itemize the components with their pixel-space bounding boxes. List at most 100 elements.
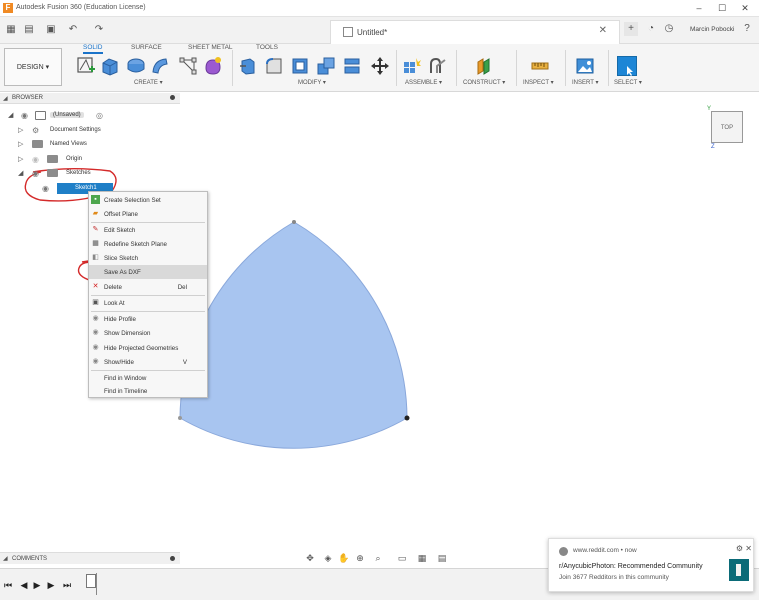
- sketch1-visibility[interactable]: ◉: [40, 182, 56, 195]
- collapse-icon[interactable]: ◢: [8, 111, 13, 119]
- menu-item-hide-projected-geometries[interactable]: ◉ Hide Projected Geometries: [89, 341, 207, 355]
- folder-icon: [47, 169, 58, 177]
- expand-icon[interactable]: ▷: [18, 155, 23, 163]
- tree-item-document-settings[interactable]: ▷ ⚙ Document Settings: [18, 124, 168, 137]
- eye-icon: ◉: [92, 329, 99, 336]
- navigation-toolbar: ✥ ◈ ✋ ⊕ ⌕ ▭ ▦ ▤: [303, 551, 453, 565]
- menu-item-hide-profile[interactable]: ◉ Hide Profile: [89, 312, 207, 326]
- menu-item-edit-sketch[interactable]: ✎ Edit Sketch: [89, 223, 207, 237]
- display-settings-icon[interactable]: ▭: [395, 551, 409, 565]
- menu-item-label: Hide Profile: [104, 316, 136, 323]
- notification-body: Join 3677 Redditors in this community: [559, 574, 669, 581]
- menu-item-label: Edit Sketch: [104, 227, 136, 234]
- delete-icon: ✕: [92, 283, 99, 290]
- notification-source: www.reddit.com • now: [573, 547, 637, 554]
- gear-icon[interactable]: ⚙: [736, 544, 743, 553]
- timeline-sketch-feature[interactable]: [86, 574, 96, 588]
- look-at-icon[interactable]: ◈: [321, 551, 335, 565]
- play-icon[interactable]: ▶: [31, 579, 43, 591]
- menu-item-create-selection-set[interactable]: ▪ Create Selection Set: [89, 193, 207, 207]
- tree-item-label: Sketches: [66, 170, 91, 176]
- vertex-point-right[interactable]: [404, 415, 410, 421]
- eye-icon[interactable]: ◉: [21, 111, 28, 120]
- menu-item-save-as-dxf[interactable]: Save As DXF: [89, 265, 207, 279]
- edit-sketch-icon: ✎: [92, 226, 99, 233]
- menu-item-label: Save As DXF: [104, 269, 141, 276]
- expand-icon[interactable]: ▷: [18, 126, 23, 134]
- pin-icon[interactable]: [170, 556, 175, 561]
- zoom-icon[interactable]: ⊕: [353, 551, 367, 565]
- tree-item-label: Document Settings: [50, 127, 101, 133]
- step-forward-icon[interactable]: ▶: [45, 579, 57, 591]
- menu-item-find-in-window[interactable]: Find in Window: [89, 371, 207, 385]
- menu-item-show-dimension[interactable]: ◉ Show Dimension: [89, 326, 207, 340]
- menu-item-slice-sketch[interactable]: ◧ Slice Sketch: [89, 251, 207, 265]
- notification-thumbnail: [729, 559, 749, 581]
- menu-item-label: Redefine Sketch Plane: [104, 241, 167, 248]
- eye-hidden-icon[interactable]: ◉: [32, 155, 39, 164]
- folder-icon: [32, 140, 43, 148]
- collapse-icon[interactable]: ◢: [3, 95, 8, 102]
- vertex-point-top[interactable]: [292, 220, 296, 224]
- timeline-marker-handle[interactable]: [96, 573, 97, 595]
- menu-item-label: Show Dimension: [104, 330, 151, 337]
- tree-item-named-views[interactable]: ▷ Named Views: [18, 138, 168, 151]
- comments-panel-header[interactable]: ◢ COMMENTS: [0, 552, 180, 564]
- folder-icon: [47, 155, 58, 163]
- look-at-icon: ▣: [92, 299, 99, 306]
- tree-root[interactable]: ◢ ◉ (Unsaved) ◎: [8, 109, 158, 122]
- pin-icon[interactable]: [170, 95, 175, 100]
- pan-hand-icon[interactable]: ✋: [337, 551, 351, 565]
- menu-item-label: Find in Timeline: [104, 388, 148, 395]
- comments-title: COMMENTS: [12, 556, 47, 562]
- gear-icon: ⚙: [32, 126, 40, 135]
- axis-z-label: Z: [711, 144, 715, 150]
- go-to-end-icon[interactable]: ⏭: [61, 579, 73, 591]
- chrome-icon: [559, 547, 568, 556]
- tree-item-label: Named Views: [50, 141, 87, 147]
- menu-item-label: Hide Projected Geometries: [104, 345, 179, 352]
- eye-icon[interactable]: ◉: [42, 184, 49, 193]
- eye-icon: ◉: [92, 358, 99, 365]
- menu-item-show-hide[interactable]: ◉ Show/Hide V: [89, 355, 207, 369]
- expand-icon[interactable]: ◢: [3, 555, 8, 562]
- step-back-icon[interactable]: ◀: [18, 579, 30, 591]
- menu-item-label: Slice Sketch: [104, 255, 139, 262]
- eye-icon: ◉: [92, 344, 99, 351]
- orbit-icon[interactable]: ✥: [303, 551, 317, 565]
- context-menu: ▪ Create Selection Set ▰ Offset Plane ✎ …: [88, 191, 208, 398]
- expand-icon[interactable]: ▷: [18, 140, 23, 148]
- view-cube-face: TOP: [720, 125, 734, 131]
- notification-title: r/AnycubicPhoton: Recommended Community: [559, 563, 703, 570]
- menu-item-label: Show/Hide: [104, 359, 134, 366]
- eye-icon[interactable]: ◉: [32, 169, 39, 178]
- tree-item-label: Origin: [66, 156, 83, 162]
- menu-item-label: Delete: [104, 284, 122, 291]
- vertex-point-left[interactable]: [178, 416, 182, 420]
- activate-radio-icon[interactable]: ◎: [96, 111, 103, 120]
- grid-settings-icon[interactable]: ▦: [415, 551, 429, 565]
- menu-item-find-in-timeline[interactable]: Find in Timeline: [89, 384, 207, 398]
- slice-sketch-icon: ◧: [92, 254, 99, 261]
- viewports-icon[interactable]: ▤: [435, 551, 449, 565]
- eye-icon: ◉: [92, 315, 99, 322]
- root-label: (Unsaved): [50, 112, 84, 118]
- menu-item-offset-plane[interactable]: ▰ Offset Plane: [89, 207, 207, 221]
- go-to-start-icon[interactable]: ⏮: [2, 579, 14, 591]
- menu-item-redefine-sketch-plane[interactable]: ▦ Redefine Sketch Plane: [89, 237, 207, 251]
- menu-item-shortcut: Del: [177, 284, 187, 291]
- menu-item-delete[interactable]: ✕ Delete Del: [89, 280, 207, 294]
- collapse-icon[interactable]: ◢: [18, 169, 23, 177]
- reuleaux-triangle-sketch[interactable]: [179, 221, 408, 449]
- menu-item-label: Look At: [104, 300, 125, 307]
- browser-notification[interactable]: www.reddit.com • now ⚙ ✕ r/AnycubicPhoto…: [548, 538, 754, 592]
- fusion-360-window: F Autodesk Fusion 360 (Education License…: [0, 0, 759, 600]
- tree-item-sketches[interactable]: ◢ ◉ Sketches: [18, 167, 168, 180]
- view-cube[interactable]: TOP: [711, 111, 743, 143]
- menu-item-shortcut: V: [182, 359, 187, 366]
- browser-panel-header[interactable]: ◢ BROWSER: [0, 93, 180, 104]
- tree-item-origin[interactable]: ▷ ◉ Origin: [18, 153, 168, 166]
- zoom-window-icon[interactable]: ⌕: [371, 551, 385, 565]
- menu-item-look-at[interactable]: ▣ Look At: [89, 296, 207, 310]
- close-icon[interactable]: ✕: [745, 544, 752, 553]
